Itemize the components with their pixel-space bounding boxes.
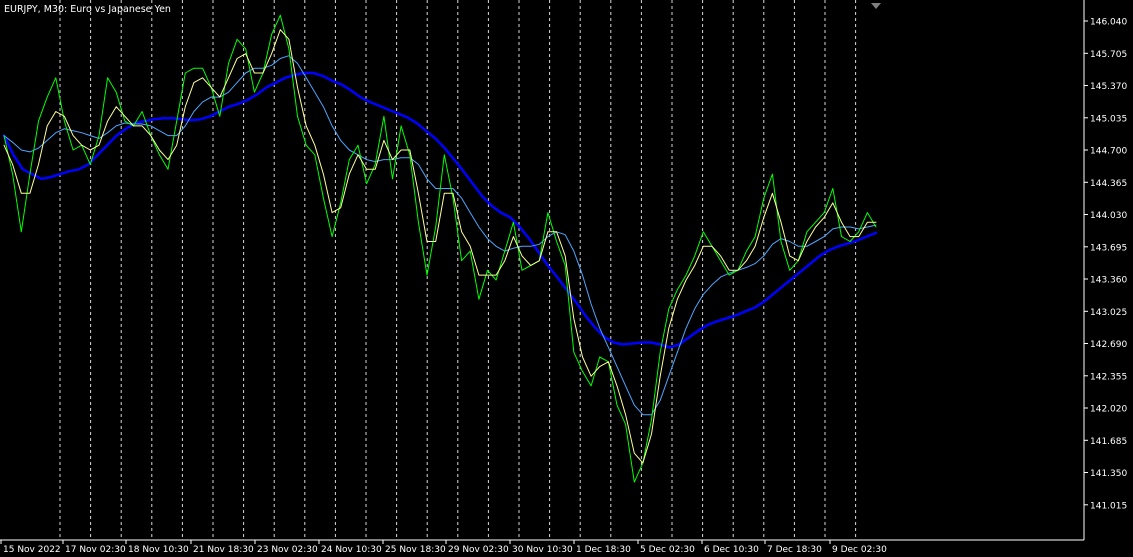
y-tick-label: 144.030 [1090,211,1127,221]
x-tick-label: 25 Nov 18:30 [385,545,446,555]
y-tick-label: 143.360 [1090,276,1127,286]
x-tick-label: 21 Nov 18:30 [193,545,254,555]
x-tick-label: 24 Nov 10:30 [321,545,382,555]
y-tick-label: 144.700 [1090,147,1127,157]
y-tick-label: 145.705 [1090,50,1127,60]
chart-title: EURJPY, M30: Euro vs Japanese Yen [4,4,171,15]
x-tick-label: 6 Dec 10:30 [704,545,759,555]
x-tick-label: 29 Nov 02:30 [448,545,509,555]
y-tick-label: 144.365 [1090,179,1127,189]
y-tick-label: 142.690 [1090,340,1127,350]
y-tick-label: 142.355 [1090,372,1127,382]
y-tick-label: 141.685 [1090,437,1127,447]
x-tick-label: 23 Nov 02:30 [257,545,318,555]
y-tick-label: 142.020 [1090,405,1127,415]
y-tick-label: 143.025 [1090,308,1127,318]
x-tick-label: 18 Nov 10:30 [128,545,189,555]
y-tick-label: 145.370 [1090,82,1127,92]
y-tick-label: 141.015 [1090,501,1127,511]
x-tick-label: 7 Dec 18:30 [767,545,822,555]
price-chart[interactable]: 146.040 145.705 145.370 145.035 144.700 144.3… [0,0,1133,557]
x-tick-label: 15 Nov 2022 [3,545,61,555]
x-tick-label: 17 Nov 02:30 [65,545,126,555]
x-tick-label: 9 Dec 02:30 [832,545,887,555]
x-tick-label: 30 Nov 10:30 [512,545,573,555]
y-tick-label: 146.040 [1090,18,1127,28]
x-tick-label: 5 Dec 02:30 [640,545,695,555]
y-tick-label: 145.035 [1090,114,1127,124]
y-tick-label: 141.350 [1090,469,1127,479]
y-tick-label: 143.695 [1090,243,1127,253]
x-tick-label: 1 Dec 18:30 [576,545,631,555]
